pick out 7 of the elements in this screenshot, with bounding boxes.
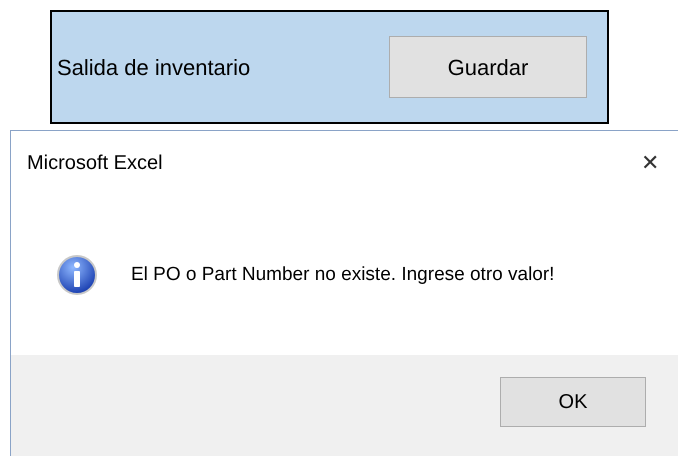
dialog-message: El PO o Part Number no existe. Ingrese otro valor!	[131, 262, 554, 287]
dialog-title: Microsoft Excel	[27, 151, 163, 176]
panel-label: Salida de inventario	[57, 54, 250, 82]
info-icon	[56, 254, 98, 296]
ok-button[interactable]: OK	[500, 377, 646, 427]
close-button[interactable]: ✕	[641, 152, 659, 174]
save-button[interactable]: Guardar	[389, 36, 587, 98]
